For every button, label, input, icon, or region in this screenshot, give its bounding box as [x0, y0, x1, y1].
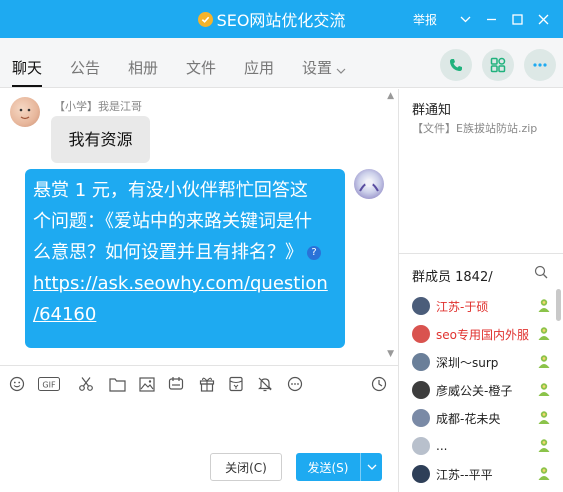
- group-notice-title[interactable]: 群通知: [412, 99, 451, 118]
- tab-files[interactable]: 文件: [186, 38, 216, 87]
- member-row[interactable]: 江苏--平平: [412, 463, 552, 485]
- more-dropdown-icon[interactable]: [453, 7, 477, 31]
- message-line-with-icon: 么意思？如何设置并且有排名？》?: [33, 237, 337, 268]
- member-name: 彦威公关-橙子: [436, 383, 513, 398]
- question-link[interactable]: https://ask.seowhy.com/question: [33, 268, 337, 299]
- title-bar: SEO网站优化交流 举报: [0, 0, 563, 38]
- group-notice-text[interactable]: 【文件】E族拔站防站.zip: [412, 120, 537, 136]
- member-row[interactable]: ...: [412, 435, 552, 457]
- message-input[interactable]: 关闭(C) 发送(S): [0, 401, 398, 492]
- phone-call-button[interactable]: [440, 49, 472, 81]
- member-role-icon: [536, 437, 552, 457]
- more-tools-icon[interactable]: [286, 375, 304, 393]
- window-title: SEO网站优化交流: [216, 11, 346, 30]
- member-row[interactable]: 彦威公关-橙子: [412, 379, 552, 401]
- gift-icon[interactable]: [198, 375, 216, 393]
- window-controls: 举报: [413, 0, 555, 38]
- member-role-icon: [536, 325, 552, 345]
- member-avatar[interactable]: [412, 465, 430, 483]
- member-name: 江苏--平平: [436, 467, 493, 482]
- message-line: 悬赏 1 元，有没小伙伴帮忙回答这: [33, 180, 308, 201]
- scroll-down-icon[interactable]: ▼: [387, 349, 394, 359]
- tab-settings-label: 设置: [302, 59, 333, 77]
- group-sidebar: 群通知 【文件】E族拔站防站.zip 群成员 1842/ 江苏-于硕 seo专用国…: [398, 89, 563, 492]
- history-clock-icon[interactable]: [370, 375, 388, 393]
- close-icon[interactable]: [531, 7, 555, 31]
- tab-apps[interactable]: 应用: [244, 38, 274, 87]
- report-button[interactable]: 举报: [413, 11, 437, 28]
- red-packet-icon[interactable]: [227, 375, 245, 393]
- sender-avatar[interactable]: [10, 97, 40, 127]
- member-search-icon[interactable]: [534, 265, 548, 283]
- question-link[interactable]: /64160: [33, 299, 337, 330]
- emoji-icon[interactable]: [8, 375, 26, 393]
- send-button-label: 发送(S): [307, 460, 349, 475]
- more-options-button[interactable]: [524, 49, 556, 81]
- tab-bar: 聊天 公告 相册 文件 应用 设置: [0, 38, 563, 88]
- group-members-title: 群成员 1842/: [412, 270, 493, 285]
- member-role-icon: [536, 381, 552, 401]
- member-row[interactable]: 深圳～surp: [412, 351, 552, 373]
- apps-grid-icon: [490, 57, 506, 73]
- svg-text:GIF: GIF: [42, 381, 56, 390]
- message-line: 么意思？如何设置并且有排名？》: [33, 242, 303, 263]
- member-avatar[interactable]: [412, 437, 430, 455]
- member-avatar[interactable]: [412, 353, 430, 371]
- member-row[interactable]: 江苏-于硕: [412, 295, 552, 317]
- message-line: 个问题：《爱站中的来路关键词是什: [33, 211, 312, 232]
- chat-messages[interactable]: 【小学】我是江哥 我有资源 悬赏 1 元，有没小伙伴帮忙回答这 个问题：《爱站中…: [0, 89, 398, 365]
- self-avatar[interactable]: [354, 169, 384, 199]
- question-icon: ?: [307, 246, 321, 260]
- folder-icon[interactable]: [108, 375, 126, 393]
- maximize-icon[interactable]: [505, 7, 529, 31]
- send-button[interactable]: 发送(S): [296, 453, 382, 481]
- phone-icon: [450, 59, 462, 71]
- member-row[interactable]: seo专用国内外服: [412, 323, 552, 345]
- image-icon[interactable]: [138, 375, 156, 393]
- member-role-icon: [536, 465, 552, 485]
- member-name: 成都-花未央: [436, 411, 501, 426]
- input-toolbar: GIF: [0, 365, 398, 401]
- member-name: 江苏-于硕: [436, 299, 489, 314]
- member-avatar[interactable]: [412, 297, 430, 315]
- send-options-chevron-icon[interactable]: [361, 464, 382, 470]
- more-dots-icon: [533, 63, 547, 67]
- tab-settings[interactable]: 设置: [302, 38, 346, 87]
- scissors-icon[interactable]: [77, 375, 95, 393]
- verified-badge-icon: [197, 11, 213, 27]
- member-name: 深圳～surp: [436, 355, 499, 370]
- tab-announcement[interactable]: 公告: [70, 38, 100, 87]
- gif-icon[interactable]: GIF: [38, 375, 60, 393]
- tab-chat[interactable]: 聊天: [12, 38, 43, 87]
- member-avatar[interactable]: [412, 381, 430, 399]
- member-name: seo专用国内外服: [436, 327, 529, 342]
- message-bubble[interactable]: 我有资源: [51, 116, 150, 163]
- member-avatar[interactable]: [412, 409, 430, 427]
- screen-share-icon[interactable]: [167, 375, 185, 393]
- sender-name[interactable]: 【小学】我是江哥: [54, 98, 142, 114]
- close-button[interactable]: 关闭(C): [210, 453, 282, 481]
- scroll-up-icon[interactable]: ▲: [387, 91, 394, 101]
- tab-album[interactable]: 相册: [128, 38, 158, 87]
- member-row[interactable]: 成都-花未央: [412, 407, 552, 429]
- sidebar-divider: [399, 253, 563, 254]
- member-role-icon: [536, 409, 552, 429]
- member-role-icon: [536, 353, 552, 373]
- minimize-icon[interactable]: [479, 7, 503, 31]
- member-avatar[interactable]: [412, 325, 430, 343]
- member-role-icon: [536, 297, 552, 317]
- member-list-scrollbar[interactable]: [556, 289, 561, 321]
- apps-grid-button[interactable]: [482, 49, 514, 81]
- member-name: ...: [436, 439, 448, 453]
- mute-bell-icon[interactable]: [256, 375, 274, 393]
- message-bubble-self[interactable]: 悬赏 1 元，有没小伙伴帮忙回答这 个问题：《爱站中的来路关键词是什 么意思？如…: [25, 169, 345, 348]
